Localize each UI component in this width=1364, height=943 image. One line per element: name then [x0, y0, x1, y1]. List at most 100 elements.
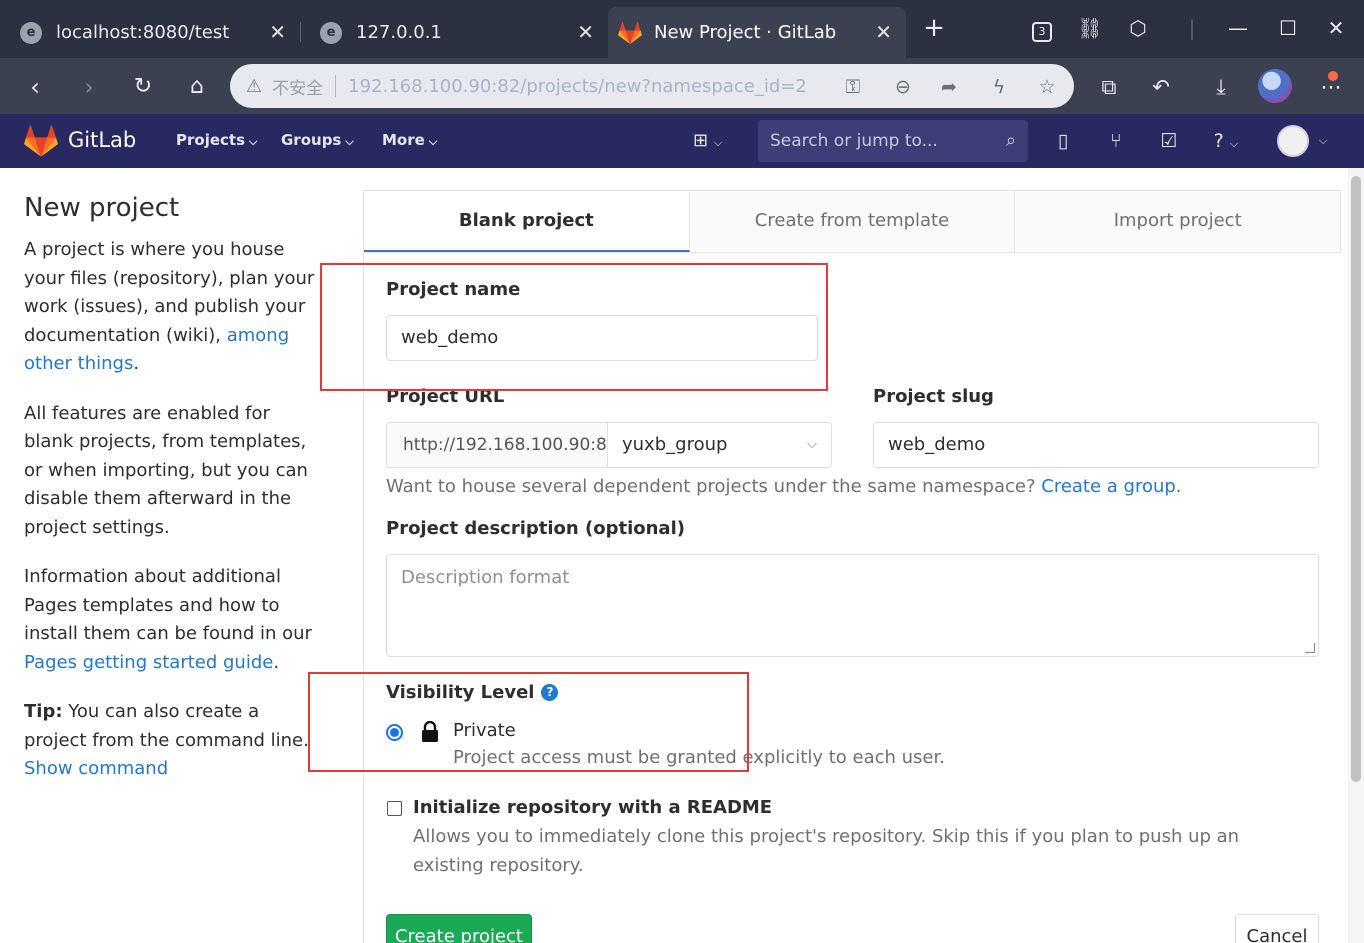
edge-page-icon: e [320, 21, 342, 44]
merge-requests-icon[interactable]: ⑂ [1103, 128, 1129, 154]
chevron-down-icon: ⌵ [249, 135, 258, 148]
pages-guide-link[interactable]: Pages getting started guide [24, 652, 273, 673]
extensions-puzzle-icon[interactable]: ⬡ [1124, 14, 1152, 42]
help-icon[interactable]: ? ⌵ [1206, 128, 1246, 154]
chevron-down-icon: ⌵ [428, 135, 438, 148]
history-icon[interactable]: ↶ [1146, 72, 1176, 102]
key-icon[interactable]: ⚿ [840, 74, 866, 100]
address-bar[interactable]: ⚠ 不安全 192.168.100.90:82/projects/new?nam… [230, 64, 1074, 108]
gitlab-brand[interactable]: GitLab [68, 128, 136, 152]
share-icon[interactable]: ➦ [936, 74, 962, 100]
incognito-icon[interactable]: ⛓ [1076, 14, 1104, 42]
readme-checkbox[interactable] [387, 801, 402, 816]
download-icon[interactable]: ⤓ [1206, 72, 1236, 102]
tab-title: New Project · GitLab [654, 22, 837, 43]
chevron-down-icon[interactable]: ⌵ [1310, 128, 1336, 154]
project-type-tabs: Blank project Create from template Impor… [363, 190, 1341, 253]
nav-menu-label: More [382, 131, 425, 149]
annotation-box-project-name [320, 263, 828, 391]
search-placeholder: Search or jump to... [770, 131, 938, 151]
minimize-icon[interactable]: — [1224, 14, 1252, 42]
edge-page-icon: e [20, 21, 42, 44]
extensions-icon[interactable]: ⧉ [1094, 72, 1124, 102]
show-command-link[interactable]: Show command [24, 758, 168, 779]
paragraph-text: Information about additional Pages templ… [24, 566, 312, 644]
description-textarea[interactable]: Description format [386, 554, 1319, 657]
security-label: 不安全 [272, 78, 324, 99]
tab-actions-icon[interactable]: 3 [1028, 14, 1056, 42]
new-tab-icon[interactable]: + [920, 14, 948, 42]
window-close-icon[interactable]: ✕ [1322, 14, 1350, 42]
cancel-button[interactable]: Cancel [1235, 914, 1319, 943]
divider [335, 75, 337, 97]
issues-icon[interactable]: ▯ [1050, 128, 1076, 154]
nav-menu-groups[interactable]: Groups ⌵ [281, 131, 354, 149]
plus-square-icon: ⊞ [693, 130, 709, 151]
browser-tab-gitlab[interactable]: New Project · GitLab ✕ [608, 7, 906, 58]
new-item-dropdown[interactable]: ⊞ ⌵ [693, 130, 722, 151]
readme-label: Initialize repository with a README [413, 797, 773, 818]
tip-label: Tip: [24, 701, 63, 722]
sidebar-tip: Tip: You can also create a project from … [24, 698, 324, 784]
annotation-box-visibility [308, 672, 749, 772]
forward-icon[interactable]: › [74, 72, 104, 102]
tab-create-from-template[interactable]: Create from template [690, 191, 1016, 252]
gitlab-navbar: GitLab Projects ⌵ Groups ⌵ More ⌵ ⊞ ⌵ Searc… [0, 114, 1364, 168]
browser-tab-localhost[interactable]: e localhost:8080/test ✕ [0, 7, 300, 58]
nav-menu-projects[interactable]: Projects ⌵ [176, 131, 257, 149]
sidebar-paragraph: A project is where you house your files … [24, 236, 324, 379]
create-project-button[interactable]: Create project [386, 914, 532, 943]
todos-icon[interactable]: ☑ [1156, 128, 1182, 154]
tab-blank-project[interactable]: Blank project [364, 191, 690, 252]
back-icon[interactable]: ‹ [20, 72, 50, 102]
search-input[interactable]: Search or jump to... ⌕ [758, 120, 1028, 162]
scrollbar-thumb[interactable] [1351, 176, 1361, 782]
url-text[interactable]: 192.168.100.90:82/projects/new?namespace… [348, 76, 807, 97]
paragraph-punct: . [133, 353, 140, 374]
project-slug-input[interactable]: web_demo [873, 422, 1319, 468]
tab-import-project[interactable]: Import project [1015, 191, 1340, 252]
tab-title: 127.0.0.1 [356, 22, 442, 43]
browser-window: e localhost:8080/test ✕ e 127.0.0.1 ✕ Ne… [0, 0, 1364, 943]
tip-text: You can also create a project from the c… [24, 701, 309, 751]
nav-menu-more[interactable]: More ⌵ [382, 131, 437, 149]
home-icon[interactable]: ⌂ [182, 72, 212, 102]
tab-title: localhost:8080/test [56, 22, 230, 43]
maximize-icon[interactable]: ☐ [1274, 14, 1302, 42]
sidebar-paragraph: Information about additional Pages templ… [24, 563, 324, 677]
namespace-value: yuxb_group [622, 434, 728, 455]
zoom-out-icon[interactable]: ⊖ [890, 74, 916, 100]
readme-description: Allows you to immediately clone this pro… [413, 826, 1240, 876]
page-title: New project [24, 193, 180, 223]
sidebar-description: New project A project is where you house… [24, 192, 324, 805]
gitlab-favicon-icon [618, 21, 642, 44]
namespace-select[interactable]: yuxb_group ⌵ [608, 422, 832, 468]
description-placeholder: Description format [401, 567, 570, 588]
close-icon[interactable]: ✕ [875, 20, 892, 44]
project-slug-label: Project slug [873, 386, 994, 407]
browser-tab-127[interactable]: e 127.0.0.1 ✕ [300, 7, 608, 58]
close-icon[interactable]: ✕ [269, 20, 286, 44]
close-icon[interactable]: ✕ [577, 20, 594, 44]
project-url-prefix: http://192.168.100.90:82/ [386, 422, 608, 468]
notification-dot [1328, 71, 1338, 81]
user-avatar[interactable] [1277, 125, 1309, 157]
chevron-down-icon: ⌵ [713, 136, 723, 149]
tab-strip: e localhost:8080/test ✕ e 127.0.0.1 ✕ Ne… [0, 0, 1364, 58]
nav-menu-label: Groups [281, 131, 342, 149]
lightning-icon[interactable]: ϟ [986, 74, 1012, 100]
resize-handle-icon[interactable] [1305, 643, 1315, 653]
chevron-down-icon: ⌵ [345, 135, 354, 148]
reload-icon[interactable]: ↻ [128, 72, 158, 102]
browser-profile-avatar[interactable] [1258, 69, 1292, 103]
create-group-link[interactable]: Create a group. [1041, 476, 1181, 497]
search-icon: ⌕ [1005, 130, 1016, 151]
browser-toolbar: ‹ › ↻ ⌂ ⚠ 不安全 192.168.100.90:82/projects… [0, 58, 1364, 114]
help-text: Want to house several dependent projects… [386, 476, 1036, 497]
namespace-help: Want to house several dependent projects… [386, 476, 1182, 497]
favorite-star-icon[interactable]: ☆ [1034, 74, 1060, 100]
page-content: New project A project is where you house… [0, 168, 1364, 943]
nav-menu-label: Projects [176, 131, 246, 149]
gitlab-logo-icon[interactable] [24, 125, 58, 157]
chevron-down-icon: ⌵ [807, 437, 817, 452]
